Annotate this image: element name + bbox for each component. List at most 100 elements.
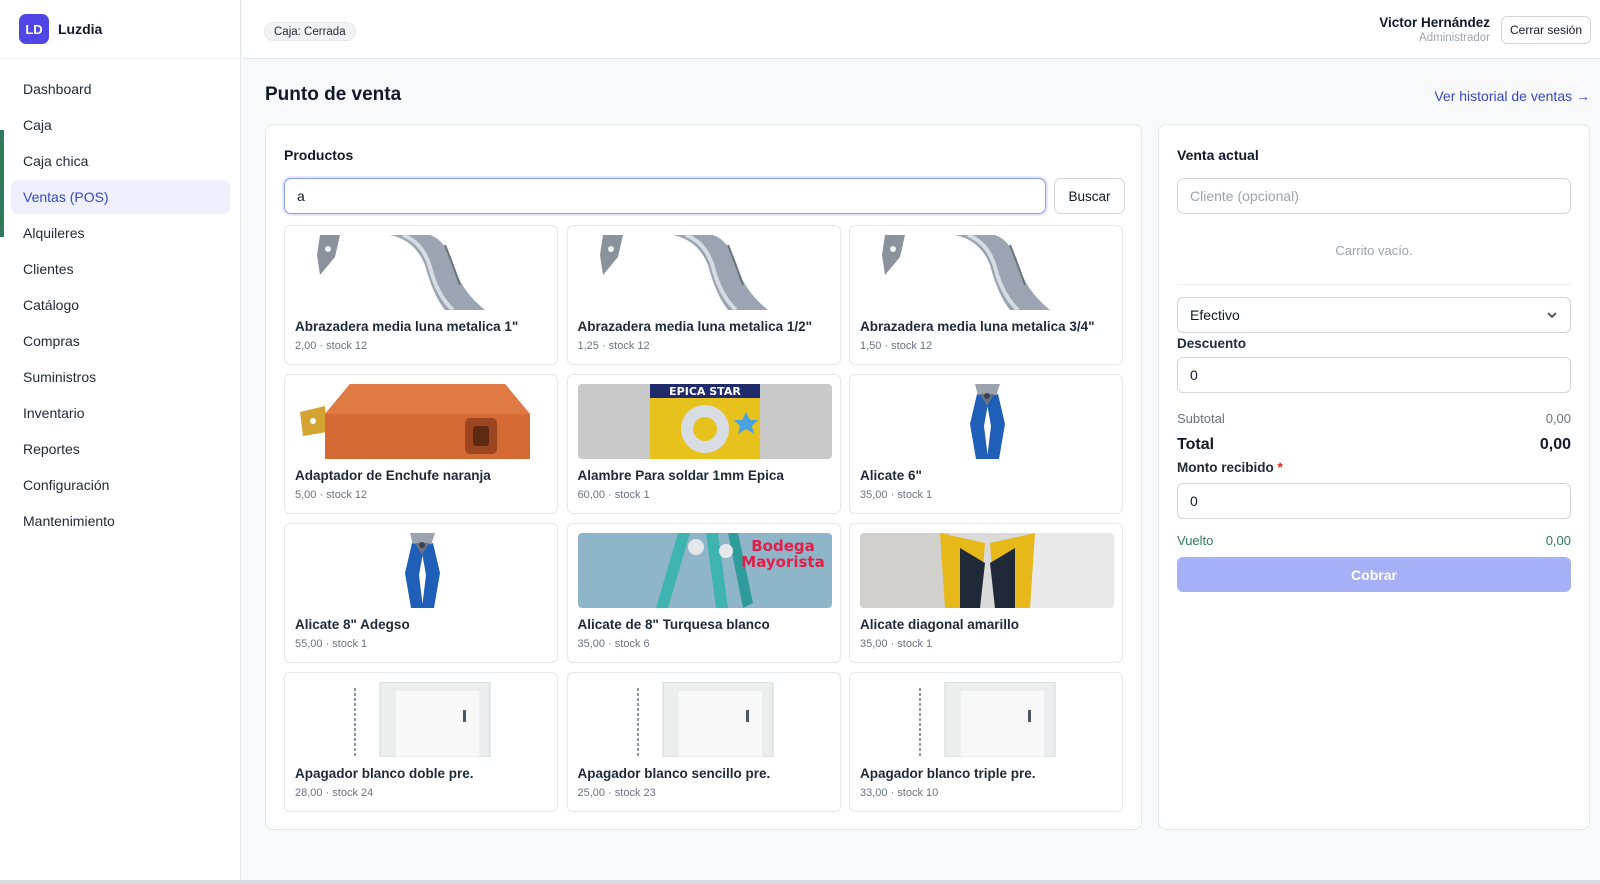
- product-price-stock: 28,00 · stock 24: [295, 787, 374, 799]
- subtotal-row: Subtotal 0,00: [1177, 411, 1571, 426]
- amount-received-text: Monto recibido: [1177, 460, 1274, 475]
- product-name: Adaptador de Enchufe naranja: [295, 468, 491, 483]
- sidebar-item-label: Caja chica: [23, 153, 89, 169]
- product-price-stock: 1,50 · stock 12: [860, 340, 933, 352]
- product-image: [860, 384, 1114, 459]
- sidebar-item-configuración[interactable]: Configuración: [11, 468, 230, 502]
- product-name: Alicate diagonal amarillo: [860, 617, 1020, 632]
- window-bottom-edge: [0, 880, 1600, 884]
- sidebar-accent-bar: [0, 130, 4, 237]
- product-image: [295, 235, 549, 310]
- discount-label: Descuento: [1177, 336, 1247, 351]
- product-price-stock: 1,25 · stock 12: [577, 340, 650, 352]
- product-name: Abrazadera media luna metalica 1/2": [577, 319, 813, 334]
- product-image: EPICA STAR: [577, 384, 832, 459]
- product-card[interactable]: Abrazadera media luna metalica 1/2" 1,25 …: [566, 225, 841, 365]
- change-label: Vuelto: [1177, 533, 1214, 548]
- product-card[interactable]: EPICA STAR Alambre Para soldar 1mm Epica…: [566, 374, 841, 514]
- product-card[interactable]: Apagador blanco sencillo pre. 25,00 · sto…: [566, 672, 841, 812]
- user-name: Victor Hernández: [1379, 15, 1490, 30]
- subtotal-label: Subtotal: [1177, 411, 1225, 426]
- product-image: [577, 235, 832, 310]
- logout-button[interactable]: Cerrar sesión: [1501, 16, 1591, 44]
- user-role: Administrador: [1419, 32, 1490, 44]
- svg-text:Mayorista: Mayorista: [741, 553, 824, 571]
- app-logo: LD: [19, 14, 49, 44]
- product-card[interactable]: Abrazadera media luna metalica 3/4" 1,50 …: [849, 225, 1123, 365]
- empty-cart-message: Carrito vacío.: [1335, 243, 1413, 258]
- sidebar-item-compras[interactable]: Compras: [11, 324, 230, 358]
- product-card[interactable]: Apagador blanco doble pre. 28,00 · stock …: [284, 672, 558, 812]
- product-card[interactable]: Apagador blanco triple pre. 33,00 · stock…: [849, 672, 1123, 812]
- client-input[interactable]: [1177, 178, 1571, 214]
- required-mark: *: [1277, 460, 1283, 475]
- chevron-down-icon: [1547, 312, 1557, 319]
- sidebar-item-ventas-pos[interactable]: Ventas (POS): [11, 180, 230, 214]
- product-card[interactable]: Abrazadera media luna metalica 1" 2,00 · …: [284, 225, 558, 365]
- charge-button[interactable]: Cobrar: [1177, 557, 1571, 592]
- product-name: Abrazadera media luna metalica 1": [295, 319, 519, 334]
- product-name: Alicate 8" Adegso: [295, 617, 410, 632]
- product-price-stock: 25,00 · stock 23: [577, 787, 656, 799]
- brand[interactable]: LD Luzdia: [0, 0, 240, 59]
- app-name: Luzdia: [58, 21, 103, 37]
- cash-status-badge: Caja: Cerrada: [264, 22, 356, 41]
- sidebar-item-caja[interactable]: Caja: [11, 108, 230, 142]
- product-price-stock: 60,00 · stock 1: [577, 489, 650, 501]
- divider: [1177, 284, 1571, 285]
- product-price-stock: 33,00 · stock 10: [860, 787, 939, 799]
- payment-method-select[interactable]: Efectivo: [1177, 297, 1571, 333]
- product-image: [860, 235, 1114, 310]
- search-button[interactable]: Buscar: [1054, 178, 1125, 214]
- product-card[interactable]: Alicate diagonal amarillo 35,00 · stock 1: [849, 523, 1123, 663]
- product-card[interactable]: Alicate 8" Adegso 55,00 · stock 1: [284, 523, 558, 663]
- topbar: Caja: Cerrada Victor Hernández Administr…: [242, 0, 1600, 59]
- sidebar-item-dashboard[interactable]: Dashboard: [11, 72, 230, 106]
- sidebar-item-mantenimiento[interactable]: Mantenimiento: [11, 504, 230, 538]
- product-card[interactable]: Adaptador de Enchufe naranja 5,00 · stock…: [284, 374, 558, 514]
- product-search-input[interactable]: [284, 178, 1046, 214]
- product-image: [577, 682, 832, 757]
- sidebar-item-clientes[interactable]: Clientes: [11, 252, 230, 286]
- product-name: Abrazadera media luna metalica 3/4": [860, 319, 1095, 334]
- product-price-stock: 5,00 · stock 12: [295, 489, 368, 501]
- current-sale-panel: Venta actual Carrito vacío. Efectivo Des…: [1158, 124, 1590, 830]
- total-value: 0,00: [1539, 436, 1571, 453]
- sidebar-item-alquileres[interactable]: Alquileres: [11, 216, 230, 250]
- product-name: Apagador blanco triple pre.: [860, 766, 1036, 781]
- product-price-stock: 55,00 · stock 1: [295, 638, 368, 650]
- product-image: [295, 533, 549, 608]
- amount-received-input[interactable]: 0: [1177, 483, 1571, 519]
- sidebar-item-label: Mantenimiento: [23, 513, 115, 529]
- product-card[interactable]: Alicate 6" 35,00 · stock 1: [849, 374, 1123, 514]
- user-info: Victor Hernández Administrador: [1379, 15, 1490, 44]
- product-name: Alicate de 8" Turquesa blanco: [577, 617, 770, 632]
- sales-history-link[interactable]: Ver historial de ventas →: [1434, 88, 1590, 104]
- sidebar-item-suministros[interactable]: Suministros: [11, 360, 230, 394]
- sidebar: LD Luzdia Dashboard Caja Caja chica Ventas …: [0, 0, 241, 880]
- sidebar-item-label: Catálogo: [23, 297, 80, 313]
- products-title: Productos: [284, 147, 354, 163]
- discount-input[interactable]: 0: [1177, 357, 1571, 393]
- subtotal-value: 0,00: [1545, 411, 1571, 426]
- product-price-stock: 35,00 · stock 1: [860, 489, 933, 501]
- sidebar-item-label: Inventario: [23, 405, 85, 421]
- product-image: [295, 384, 549, 459]
- sidebar-item-caja-chica[interactable]: Caja chica: [11, 144, 230, 178]
- products-panel: Productos Buscar Abrazadera media luna m…: [265, 124, 1142, 830]
- product-name: Alicate 6": [860, 468, 922, 483]
- total-label: Total: [1177, 436, 1215, 453]
- product-card[interactable]: Bodega Mayorista Alicate de 8" Turquesa b…: [566, 523, 841, 663]
- sidebar-item-catálogo[interactable]: Catálogo: [11, 288, 230, 322]
- product-name: Apagador blanco doble pre.: [295, 766, 474, 781]
- sidebar-item-reportes[interactable]: Reportes: [11, 432, 230, 466]
- svg-text:EPICA STAR: EPICA STAR: [669, 385, 741, 398]
- product-price-stock: 35,00 · stock 1: [860, 638, 933, 650]
- sidebar-item-label: Reportes: [23, 441, 80, 457]
- sidebar-item-label: Clientes: [23, 261, 74, 277]
- sidebar-item-label: Caja: [23, 117, 52, 133]
- product-image: [860, 533, 1114, 608]
- amount-received-label: Monto recibido *: [1177, 460, 1283, 475]
- sidebar-item-inventario[interactable]: Inventario: [11, 396, 230, 430]
- change-row: Vuelto 0,00: [1177, 533, 1571, 548]
